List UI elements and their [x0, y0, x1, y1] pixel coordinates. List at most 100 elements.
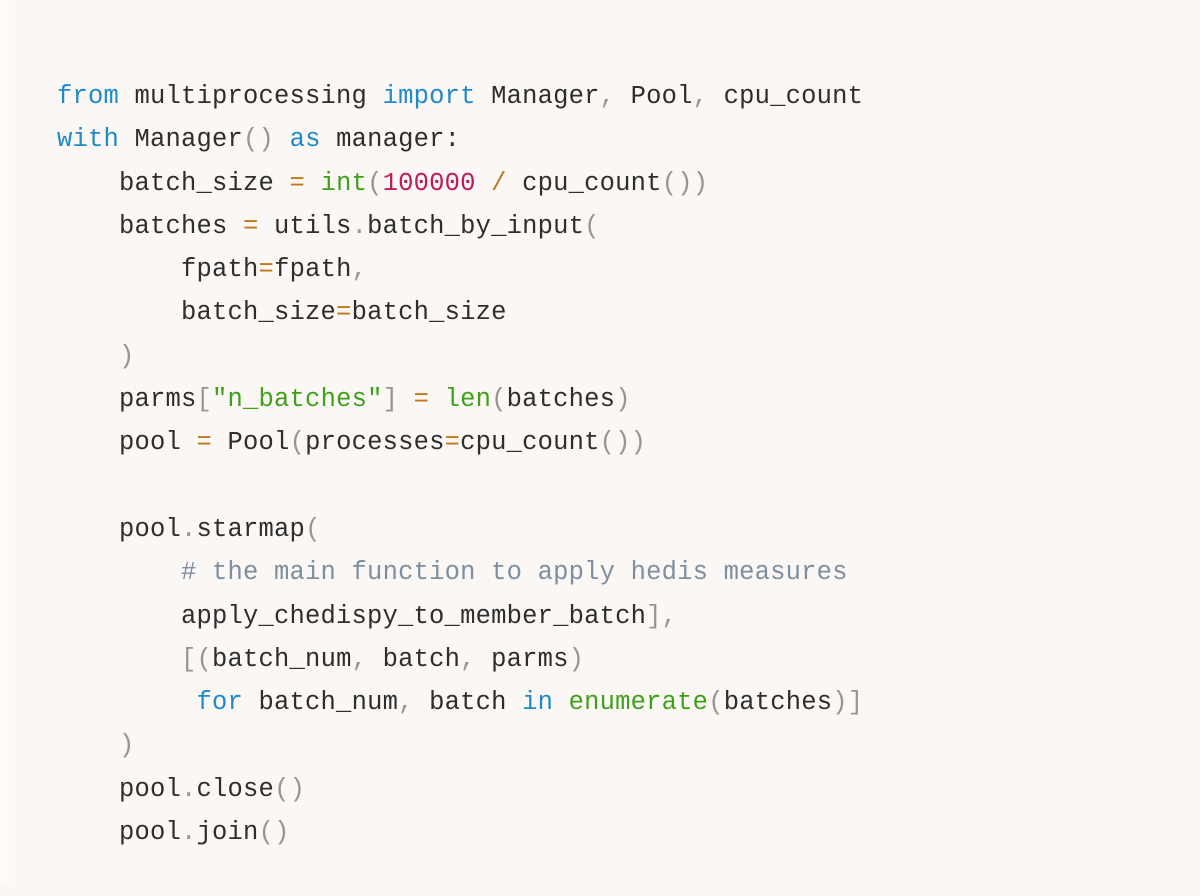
code-token-pun: ( [305, 514, 321, 544]
code-token-kw: from [57, 82, 120, 111]
code-token-kw: for [196, 688, 244, 718]
code-token-txt: batch_size [57, 298, 337, 328]
code-token-pun: , [599, 82, 616, 111]
code-token-op: = [413, 385, 430, 415]
code-token-pun: ( [491, 385, 507, 415]
code-token-pun: ) [568, 644, 585, 674]
code-token-pun: ] [382, 385, 399, 415]
code-token-txt: parms [475, 644, 569, 674]
code-token-pun: ) [615, 385, 631, 415]
code-token-txt: apply_chedispy_to_member_batch [57, 601, 647, 631]
code-token-txt: pool [57, 818, 182, 848]
code-token-txt: processes [305, 428, 445, 458]
code-token-txt: fpath [57, 255, 259, 285]
code-token-txt: Pool [615, 82, 693, 111]
code-token-pun: () [274, 774, 306, 804]
code-token-pun: . [181, 774, 197, 804]
code-line: ) [57, 724, 1200, 767]
code-line: batch_size = int(100000 / cpu_count()) [57, 162, 1200, 205]
code-token-txt: batch [367, 644, 461, 674]
code-token-bi: int [320, 168, 368, 198]
code-token-pun: )] [832, 688, 864, 718]
code-token-op: = [444, 428, 461, 458]
code-token-pun: . [351, 211, 368, 241]
code-token-pun: ) [119, 341, 135, 371]
code-token-txt: Manager [119, 125, 244, 155]
code-token-txt: parms [57, 385, 197, 415]
code-line: [(batch_num, batch, parms) [57, 638, 1200, 681]
code-token-txt: cpu_count [708, 82, 864, 111]
code-token-txt: fpath [274, 255, 352, 285]
code-token-kw: import [382, 82, 476, 111]
code-token-pun: , [460, 644, 476, 674]
code-token-op: = [336, 298, 352, 328]
code-token-pun: () [258, 818, 290, 848]
code-line: apply_chedispy_to_member_batch], [57, 595, 1200, 638]
code-line: # the main function to apply hedis measu… [57, 551, 1200, 594]
code-token-txt: cpu_count [460, 428, 600, 458]
code-token-op: = [258, 255, 275, 285]
code-token-str: "n_batches" [212, 385, 383, 415]
code-line: pool.join() [57, 811, 1200, 854]
code-line: fpath=fpath, [57, 248, 1200, 291]
code-token-txt: close [196, 774, 275, 804]
code-token-pun: [( [181, 644, 213, 674]
code-token-txt: batches [57, 211, 244, 241]
code-token-txt: batches [723, 688, 833, 718]
code-token-num: 100000 [382, 168, 476, 198]
code-token-txt: utils [258, 211, 352, 241]
code-line: with Manager() as manager: [57, 118, 1200, 161]
code-token-pun: ()) [599, 428, 647, 458]
code-token-txt: batch [413, 688, 523, 718]
code-line: batches = utils.batch_by_input( [57, 205, 1200, 248]
code-token-txt: join [196, 818, 259, 848]
code-line: from multiprocessing import Manager, Poo… [57, 75, 1200, 118]
code-token-pun: ) [119, 731, 135, 761]
code-token-kw: with [57, 125, 120, 155]
code-line: ) [57, 335, 1200, 378]
code-token-txt: pool [57, 428, 197, 458]
code-line: pool = Pool(processes=cpu_count()) [57, 421, 1200, 464]
code-token-pun: ()) [661, 168, 709, 198]
code-token-pun: . [181, 514, 197, 544]
code-token-pun: () [243, 125, 275, 155]
code-token-op: = [289, 168, 306, 198]
code-token-txt: multiprocessing [119, 82, 383, 111]
code-token-pun: , [692, 82, 709, 111]
code-token-pun: ( [367, 168, 383, 198]
code-block: from multiprocessing import Manager, Poo… [0, 13, 1200, 896]
code-token-op: = [196, 428, 213, 458]
code-token-op: / [491, 168, 507, 198]
code-line: parms["n_batches"] = len(batches) [57, 378, 1200, 421]
code-token-txt: batch_size [351, 298, 507, 328]
code-token-txt: batch_size [57, 168, 290, 198]
code-token-txt: batches [506, 385, 616, 415]
code-token-txt: pool [57, 514, 182, 544]
code-token-pun: ], [646, 601, 678, 631]
code-token-kw: in [522, 688, 554, 718]
code-token-pun: ( [289, 428, 306, 458]
code-token-bi: enumerate [568, 688, 709, 718]
code-token-pun: ( [708, 688, 724, 718]
code-token-txt: batch_by_input [367, 211, 585, 241]
code-token-txt: batch_num [243, 688, 399, 718]
code-line: for batch_num, batch in enumerate(batche… [57, 681, 1200, 724]
code-token-pun: [ [196, 385, 213, 415]
code-token-pun: , [351, 255, 368, 285]
code-token-pun: . [181, 818, 197, 848]
code-token-txt: pool [57, 774, 182, 804]
code-token-op: = [243, 211, 259, 241]
code-token-txt: starmap [196, 514, 306, 544]
code-line: batch_size=batch_size [57, 291, 1200, 334]
